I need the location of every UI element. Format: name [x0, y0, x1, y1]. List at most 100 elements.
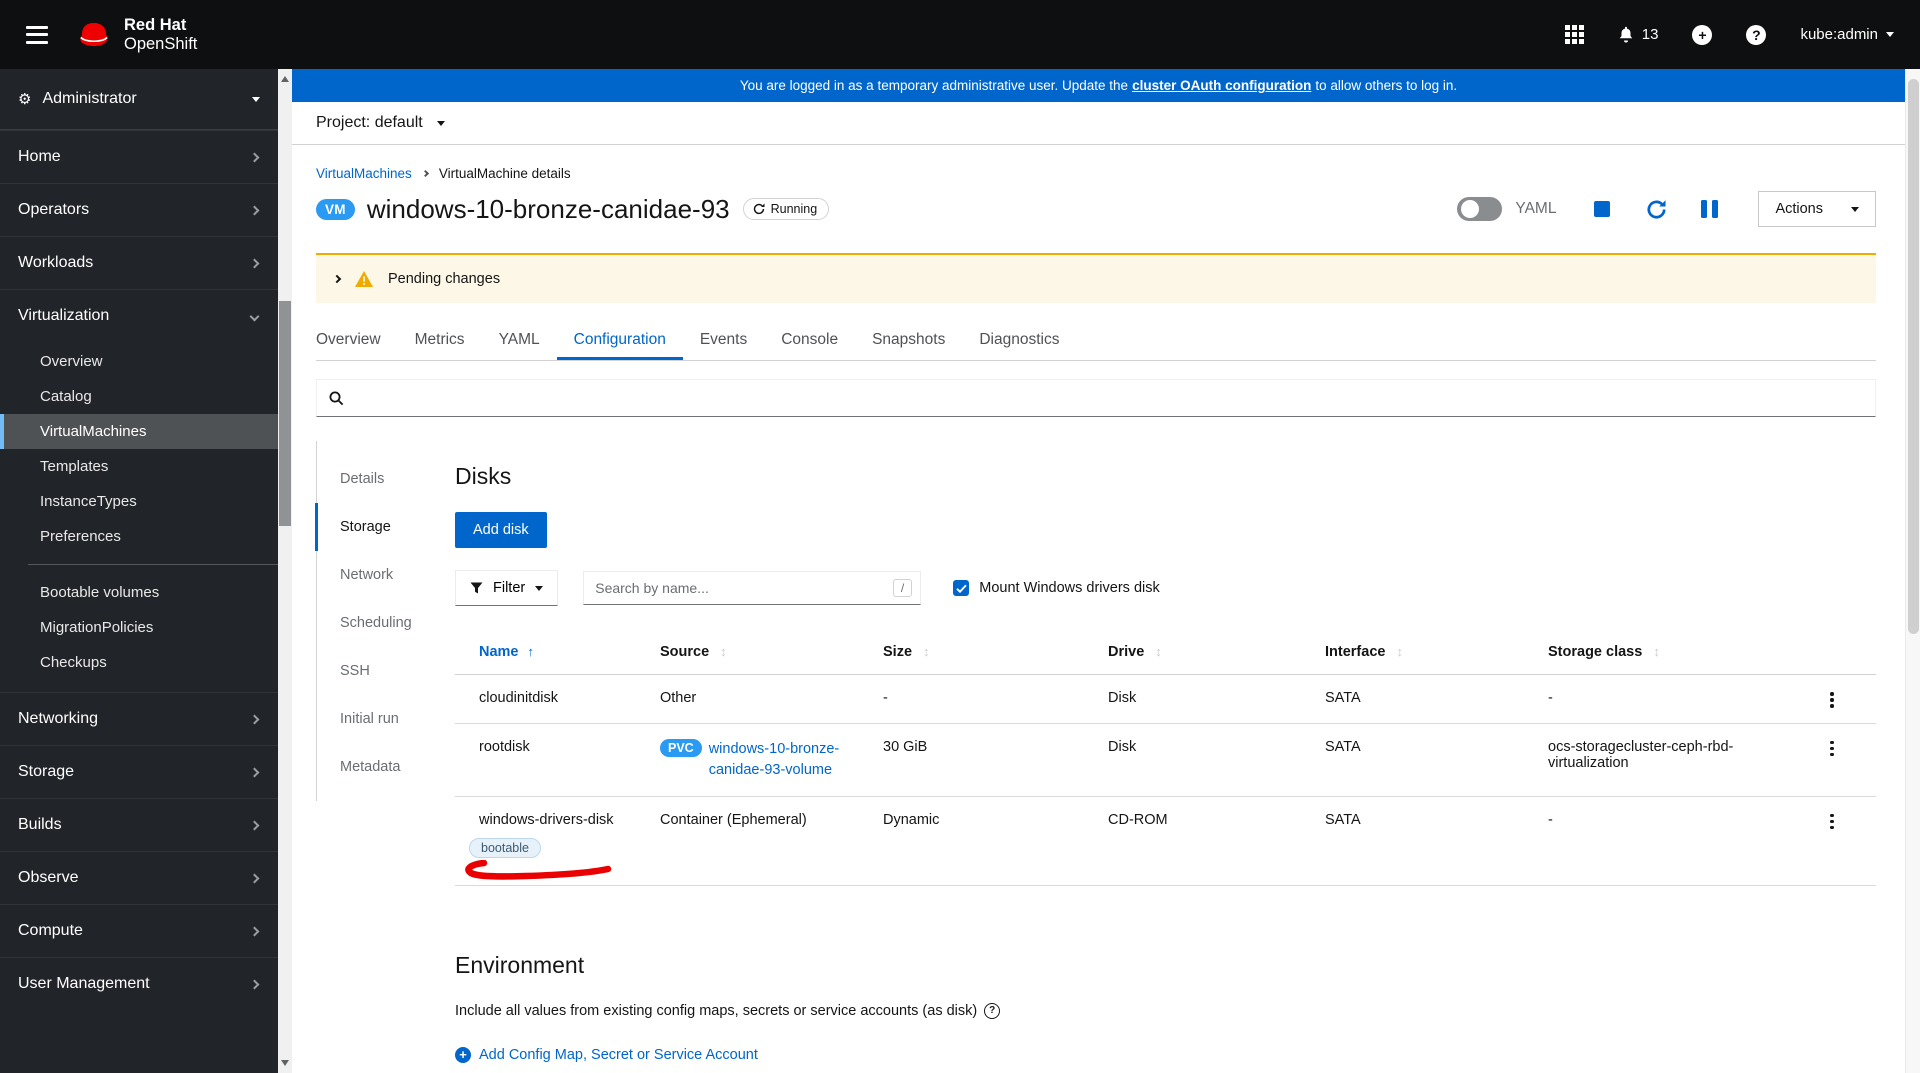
column-header-name[interactable]: Name ↑ — [455, 630, 660, 675]
sidebar-item-virtualization[interactable]: Virtualization — [0, 289, 278, 342]
disk-interface: SATA — [1325, 723, 1548, 797]
sidebar-item-virt-catalog[interactable]: Catalog — [0, 379, 278, 414]
sidebar-item-compute[interactable]: Compute — [0, 904, 278, 957]
main-scrollbar[interactable] — [1905, 69, 1920, 1073]
sidebar-item-virt-overview[interactable]: Overview — [0, 344, 278, 379]
sidebar-scrollbar[interactable] — [278, 69, 292, 1073]
chevron-down-icon — [249, 311, 260, 321]
perspective-switcher[interactable]: ⚙ Administrator — [0, 69, 278, 130]
login-banner: You are logged in as a temporary adminis… — [292, 69, 1905, 102]
sidebar-item-bootable-volumes[interactable]: Bootable volumes — [0, 575, 278, 610]
app-launcher-icon[interactable] — [1565, 25, 1584, 44]
scroll-down-icon[interactable] — [278, 1055, 292, 1071]
tab-metrics[interactable]: Metrics — [398, 321, 482, 360]
subnav-ssh[interactable]: SSH — [315, 647, 455, 695]
tab-configuration[interactable]: Configuration — [557, 321, 683, 360]
sidebar-item-storage[interactable]: Storage — [0, 745, 278, 798]
pvc-link[interactable]: windows-10-bronze-canidae-93-volume — [709, 739, 867, 781]
stop-vm-button[interactable] — [1594, 201, 1611, 217]
disk-search-input[interactable] — [595, 580, 893, 596]
table-header-row: Name ↑ Source ↕ Size ↕ Drive ↕ Interface… — [455, 630, 1876, 675]
sidebar-item-builds[interactable]: Builds — [0, 798, 278, 851]
sidebar-item-templates[interactable]: Templates — [0, 449, 278, 484]
subnav-details[interactable]: Details — [315, 455, 455, 503]
subnav-metadata[interactable]: Metadata — [315, 743, 455, 791]
chevron-down-icon — [1886, 32, 1894, 37]
restart-vm-button[interactable] — [1646, 199, 1667, 220]
banner-text: to allow others to log in. — [1315, 78, 1458, 93]
sort-icon[interactable]: ↕ — [923, 644, 930, 659]
tab-console[interactable]: Console — [764, 321, 855, 360]
sidebar-item-observe[interactable]: Observe — [0, 851, 278, 904]
nav-menu-toggle-icon[interactable] — [26, 25, 48, 44]
pending-changes-alert[interactable]: Pending changes — [316, 253, 1876, 303]
user-menu[interactable]: kube:admin — [1800, 26, 1894, 43]
add-disk-button[interactable]: Add disk — [455, 512, 547, 548]
kebab-menu-icon[interactable] — [1798, 812, 1866, 830]
oauth-config-link[interactable]: cluster OAuth configuration — [1132, 78, 1311, 93]
tab-diagnostics[interactable]: Diagnostics — [962, 321, 1076, 360]
sort-icon[interactable]: ↕ — [1155, 644, 1162, 659]
config-search-input[interactable] — [354, 390, 1863, 406]
add-config-map-link[interactable]: + Add Config Map, Secret or Service Acco… — [455, 1046, 1876, 1063]
column-header-interface[interactable]: Interface ↕ — [1325, 630, 1548, 675]
mount-windows-drivers-checkbox[interactable]: Mount Windows drivers disk — [953, 580, 1160, 596]
table-row: windows-drivers-disk bootable Container … — [455, 796, 1876, 886]
plus-circle-icon: + — [455, 1046, 471, 1063]
subnav-initial-run[interactable]: Initial run — [315, 695, 455, 743]
help-icon[interactable]: ? — [984, 1002, 1001, 1019]
main-scrollbar-thumb[interactable] — [1908, 79, 1919, 634]
config-search[interactable] — [316, 379, 1876, 417]
quick-create-icon[interactable]: + — [1692, 24, 1713, 45]
checkbox-checked-icon[interactable] — [953, 580, 970, 596]
breadcrumb-virtualmachines[interactable]: VirtualMachines — [316, 166, 412, 181]
sidebar-item-workloads[interactable]: Workloads — [0, 236, 278, 289]
sidebar: ⚙ Administrator Home Operators Workloads… — [0, 69, 278, 1073]
scroll-up-icon[interactable] — [278, 71, 292, 87]
sort-icon[interactable]: ↕ — [1396, 644, 1403, 659]
chevron-down-icon — [436, 120, 445, 126]
column-header-source[interactable]: Source ↕ — [660, 630, 883, 675]
pause-vm-button[interactable] — [1701, 200, 1719, 218]
sort-icon[interactable]: ↕ — [1653, 644, 1660, 659]
sort-icon[interactable]: ↕ — [720, 644, 727, 659]
subnav-scheduling[interactable]: Scheduling — [315, 599, 455, 647]
subnav-network[interactable]: Network — [315, 551, 455, 599]
environment-description: Include all values from existing config … — [455, 1002, 978, 1019]
tab-yaml[interactable]: YAML — [482, 321, 557, 360]
sidebar-item-instancetypes[interactable]: InstanceTypes — [0, 484, 278, 519]
tab-snapshots[interactable]: Snapshots — [855, 321, 962, 360]
sidebar-item-checkups[interactable]: Checkups — [0, 645, 278, 680]
environment-heading: Environment — [455, 951, 585, 978]
sidebar-item-networking[interactable]: Networking — [0, 692, 278, 745]
brand-logo[interactable]: Red Hat OpenShift — [74, 16, 197, 54]
sidebar-item-virtualmachines[interactable]: VirtualMachines — [0, 414, 278, 449]
column-header-drive[interactable]: Drive ↕ — [1108, 630, 1325, 675]
sidebar-item-operators[interactable]: Operators — [0, 183, 278, 236]
sidebar-scrollbar-thumb[interactable] — [279, 301, 291, 526]
column-header-size[interactable]: Size ↕ — [883, 630, 1108, 675]
tab-overview[interactable]: Overview — [316, 321, 398, 360]
pvc-resource-badge: PVC — [660, 738, 702, 757]
disk-search-field[interactable]: / — [583, 571, 922, 605]
filter-dropdown[interactable]: Filter — [455, 570, 559, 606]
sidebar-item-user-management[interactable]: User Management — [0, 957, 278, 1010]
actions-button[interactable]: Actions — [1758, 191, 1876, 227]
sidebar-item-migrationpolicies[interactable]: MigrationPolicies — [0, 610, 278, 645]
sidebar-item-preferences[interactable]: Preferences — [0, 519, 278, 554]
disk-storage-class: - — [1548, 796, 1798, 886]
status-badge[interactable]: Running — [742, 198, 830, 220]
sync-icon — [753, 203, 765, 215]
project-selector[interactable]: Project: default — [292, 102, 1905, 145]
sidebar-item-home[interactable]: Home — [0, 130, 278, 183]
yaml-toggle[interactable] — [1457, 197, 1503, 221]
chevron-right-icon[interactable] — [332, 274, 342, 284]
help-icon[interactable]: ? — [1746, 24, 1767, 45]
subnav-storage[interactable]: Storage — [315, 503, 455, 551]
column-header-storage-class[interactable]: Storage class ↕ — [1548, 630, 1798, 675]
kebab-menu-icon[interactable] — [1798, 690, 1866, 708]
tab-events[interactable]: Events — [683, 321, 764, 360]
notifications-button[interactable]: 13 — [1618, 26, 1658, 43]
kebab-menu-icon[interactable] — [1798, 739, 1866, 756]
sort-ascending-icon[interactable]: ↑ — [528, 644, 535, 659]
